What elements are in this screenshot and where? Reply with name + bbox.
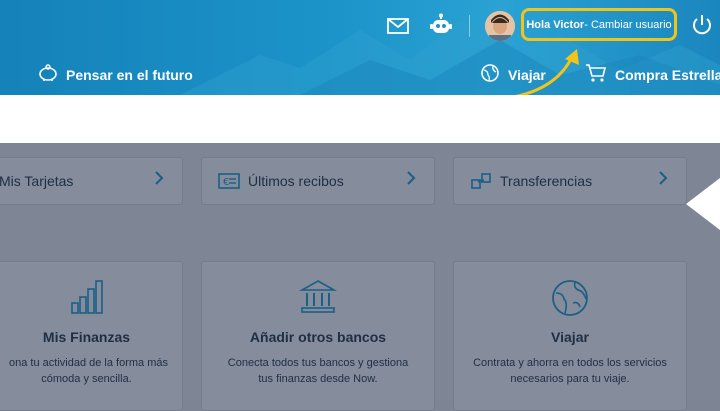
quick-card-cards[interactable]: Mis Tarjetas [0, 157, 183, 205]
svg-text:€: € [223, 177, 229, 188]
robot-icon[interactable] [429, 13, 453, 37]
nav-shop-link[interactable]: Compra Estrella [585, 63, 720, 86]
quick-card-transfers[interactable]: Transferencias [453, 157, 687, 205]
quick-card-receipts[interactable]: € Últimos recibos [201, 157, 435, 205]
nav-travel-label: Viajar [508, 66, 546, 83]
globe-plane-icon [480, 63, 500, 86]
piggy-bank-icon [38, 64, 58, 85]
feature-card-desc: Conecta todos tus bancos y gestiona [227, 357, 409, 369]
feature-card-desc: ona tu actividad de la forma más [9, 357, 168, 369]
feature-card-desc: Contrata y ahorra en todos los servicios [473, 357, 667, 369]
feature-card-desc: tus finanzas desde Now. [258, 373, 378, 385]
avatar[interactable] [485, 11, 515, 41]
feature-card-banks[interactable]: Añadir otros bancos Conecta todos tus ba… [201, 261, 435, 411]
quick-card-label: Últimos recibos [248, 173, 344, 189]
white-bar [0, 95, 720, 143]
header: Hola Victor - Cambiar usuario Pensar en … [0, 0, 720, 95]
chevron-right-icon [658, 171, 668, 188]
feature-card-title: Viajar [551, 329, 589, 345]
feature-card-desc: cómoda y sencilla. [41, 373, 132, 385]
nav-future-label: Pensar en el futuro [66, 66, 193, 83]
feature-card-desc: necesarios para tu viaje. [510, 373, 630, 385]
dashboard-overlay: Mis Tarjetas € Últimos recibos Transfere… [0, 143, 720, 411]
user-switch-button[interactable]: Hola Victor - Cambiar usuario [521, 8, 677, 41]
cart-icon [585, 63, 607, 86]
globe-icon [552, 280, 588, 316]
header-separator [469, 15, 470, 37]
user-greeting: Hola Victor [526, 18, 585, 31]
mail-icon[interactable] [386, 14, 410, 38]
transfer-icon [470, 172, 492, 190]
feature-card-title: Añadir otros bancos [249, 329, 387, 345]
chevron-right-icon [154, 171, 164, 188]
power-icon[interactable] [690, 13, 714, 37]
feature-card-title: Mis Finanzas [42, 329, 131, 345]
nav-future-link[interactable]: Pensar en el futuro [38, 64, 193, 85]
side-panel-tab[interactable] [686, 178, 720, 230]
quick-card-label: Transferencias [500, 173, 593, 189]
bank-icon [299, 280, 337, 313]
bar-chart-icon [70, 280, 103, 314]
change-user-label: - Cambiar usuario [584, 18, 672, 31]
quick-card-label: Mis Tarjetas [0, 173, 74, 189]
feature-card-finances[interactable]: Mis Finanzas ona tu actividad de la form… [0, 261, 183, 411]
chevron-right-icon [406, 171, 416, 188]
nav-shop-label: Compra Estrella [615, 66, 720, 83]
nav-travel-link[interactable]: Viajar [480, 63, 546, 86]
receipt-icon: € [218, 173, 240, 189]
feature-card-travel[interactable]: Viajar Contrata y ahorra en todos los se… [453, 261, 687, 411]
